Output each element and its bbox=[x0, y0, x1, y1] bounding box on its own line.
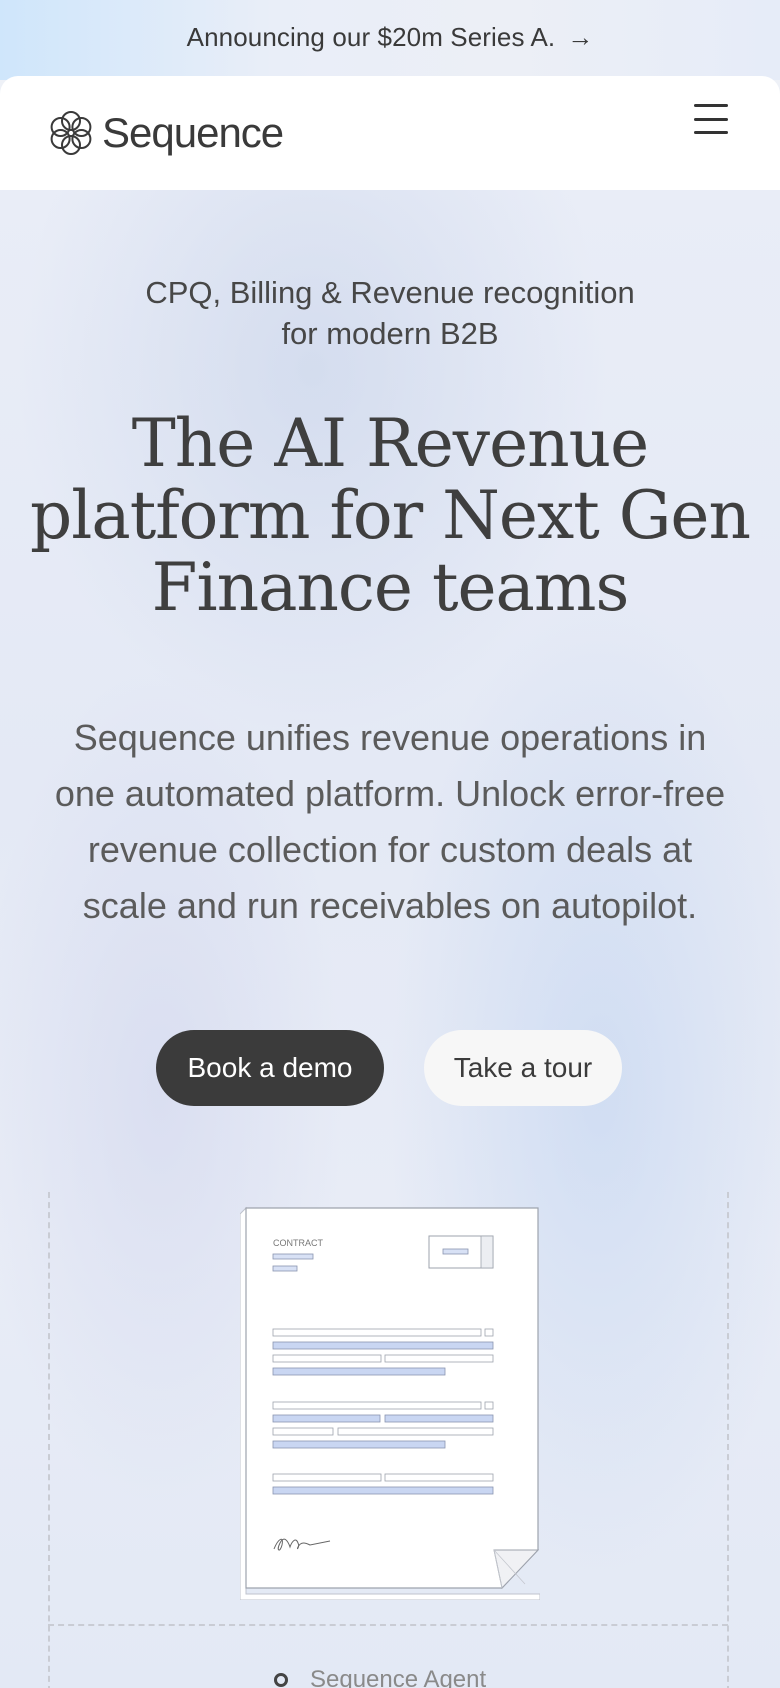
agent-status-icon bbox=[274, 1673, 288, 1687]
frame-divider-left bbox=[48, 1192, 50, 1688]
description-line: one automated platform. Unlock error-fre… bbox=[54, 773, 726, 814]
hamburger-menu-icon[interactable] bbox=[694, 104, 728, 134]
subtitle-line: for modern B2B bbox=[281, 316, 499, 351]
headline-line: Finance teams bbox=[151, 549, 630, 626]
sequence-agent-row: Sequence Agent bbox=[274, 1666, 486, 1688]
hero-subtitle: CPQ, Billing & Revenue recognition for m… bbox=[0, 272, 780, 354]
arrow-right-icon: → bbox=[567, 22, 594, 52]
contract-label: CONTRACT bbox=[273, 1238, 323, 1248]
frame-divider-bottom bbox=[48, 1624, 728, 1626]
hero-description: Sequence unifies revenue operations in o… bbox=[44, 710, 736, 934]
brand-logo[interactable]: Sequence bbox=[48, 109, 284, 157]
announcement-text[interactable]: Announcing our $20m Series A. bbox=[187, 22, 556, 53]
description-line: Sequence unifies revenue operations in bbox=[73, 717, 707, 758]
brand-name: Sequence bbox=[102, 109, 284, 156]
contract-illustration: CONTRACT bbox=[240, 1206, 540, 1600]
book-demo-button[interactable]: Book a demo bbox=[156, 1030, 384, 1106]
sequence-flower-logo-icon bbox=[50, 111, 92, 155]
announcement-bar[interactable]: Announcing our $20m Series A. → bbox=[0, 0, 780, 80]
site-header: Sequence bbox=[0, 76, 780, 190]
take-tour-button[interactable]: Take a tour bbox=[424, 1030, 622, 1106]
subtitle-line: CPQ, Billing & Revenue recognition bbox=[145, 275, 635, 310]
description-line: revenue collection for custom deals at bbox=[87, 829, 693, 870]
frame-divider-right bbox=[727, 1192, 729, 1688]
agent-label: Sequence Agent bbox=[310, 1666, 487, 1688]
hero-headline: The AI Revenue platform for Next Gen Fin… bbox=[20, 408, 760, 624]
headline-line: The AI Revenue bbox=[131, 405, 649, 482]
description-line: scale and run receivables on autopilot. bbox=[82, 885, 698, 926]
hero-section: CPQ, Billing & Revenue recognition for m… bbox=[0, 190, 780, 1688]
headline-line: platform for Next Gen bbox=[29, 477, 751, 554]
